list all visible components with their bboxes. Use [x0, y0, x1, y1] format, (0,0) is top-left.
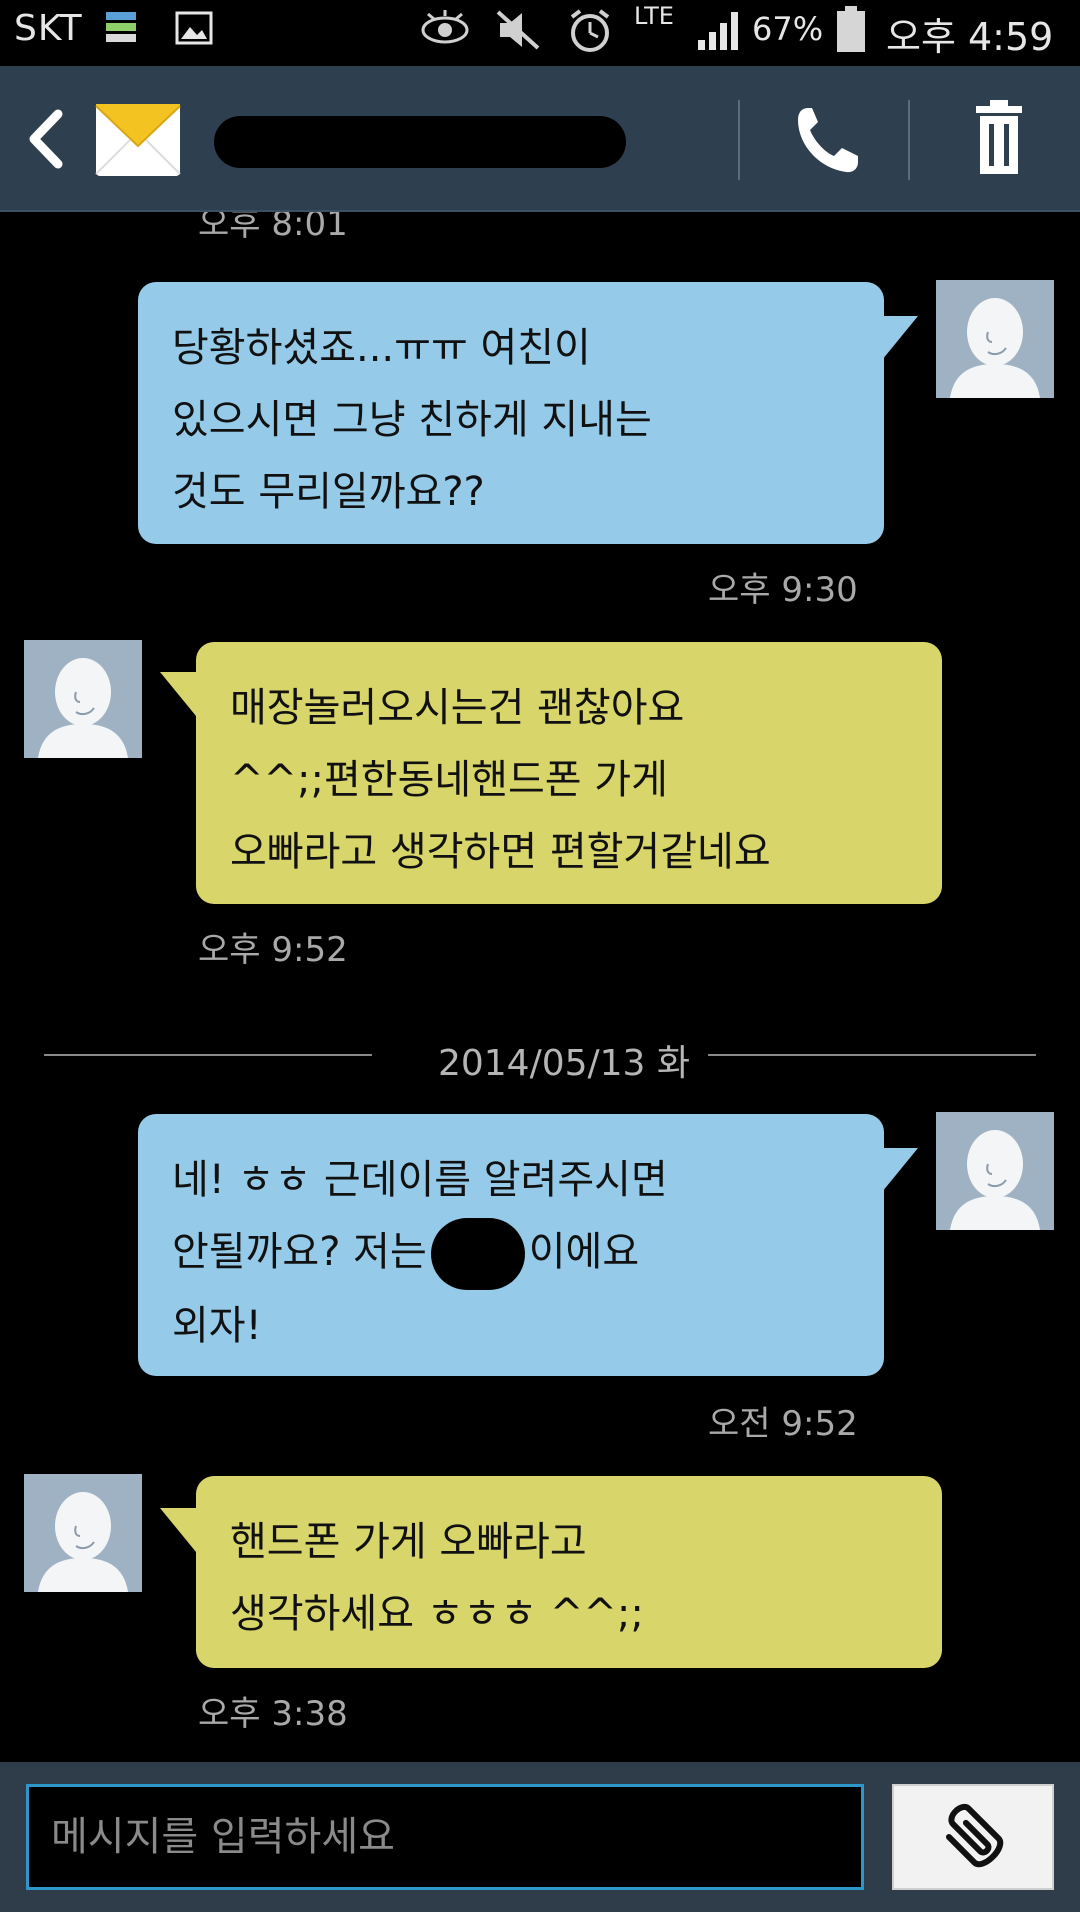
default-avatar-icon — [24, 640, 142, 758]
received-message-bubble[interactable]: 매장놀러오시는건 괜찮아요 ^^;;편한동네핸드폰 가게 오빠라고 생각하면 편… — [196, 642, 942, 904]
phone-icon — [798, 108, 858, 173]
message-timestamp: 오후 9:30 — [708, 570, 858, 610]
message-timestamp: 오후 3:38 — [198, 1694, 348, 1734]
message-text-line: 매장놀러오시는건 괜찮아요 — [230, 685, 685, 731]
avatar[interactable] — [936, 1112, 1054, 1230]
compose-bar — [0, 1762, 1080, 1912]
header-divider — [908, 100, 910, 180]
battery-icon — [834, 4, 868, 58]
redacted-name — [430, 1218, 525, 1290]
received-message-bubble[interactable]: 핸드폰 가게 오빠라고 생각하세요 ㅎㅎㅎ ^^;; — [196, 1476, 942, 1668]
delete-button[interactable] — [944, 96, 1054, 182]
message-text-segment: 이에요 — [528, 1229, 640, 1275]
battery-percent: 67% — [752, 10, 824, 48]
date-separator: 2014/05/13 화 — [44, 1034, 1036, 1084]
default-avatar-icon — [936, 280, 1054, 398]
contact-name-redacted — [214, 116, 626, 168]
message-input[interactable] — [26, 1784, 864, 1890]
separator-line — [44, 1054, 372, 1056]
message-text-line: 핸드폰 가게 오빠라고 — [230, 1519, 587, 1565]
message-text-line: 네! ㅎㅎ 근데이름 알려주시면 — [172, 1157, 668, 1203]
back-button[interactable] — [18, 104, 78, 174]
carrier-label: SKT — [14, 8, 83, 49]
mute-icon — [494, 8, 542, 56]
bubble-tail — [882, 1148, 918, 1192]
default-avatar-icon — [936, 1112, 1054, 1230]
message-text-line: 것도 무리일까요?? — [172, 469, 485, 515]
status-clock: 오후 4:59 — [886, 15, 1054, 59]
separator-line — [708, 1054, 1036, 1056]
signal-icon — [696, 8, 746, 56]
eye-icon — [420, 8, 470, 52]
call-button[interactable] — [768, 96, 878, 182]
envelope-icon — [92, 94, 184, 190]
message-text-line: 외자! — [172, 1303, 262, 1349]
message-text-line: 있으시면 그냥 친하게 지내는 — [172, 397, 652, 443]
bubble-tail — [160, 1508, 196, 1552]
sent-message-bubble[interactable]: 당황하셨죠...ㅠㅠ 여친이 있으시면 그냥 친하게 지내는 것도 무리일까요?… — [138, 282, 884, 544]
message-list[interactable]: 오후 8:01 당황하셨죠...ㅠㅠ 여친이 있으시면 그냥 친하게 지내는 것… — [0, 212, 1080, 1762]
attach-button[interactable] — [892, 1784, 1054, 1890]
message-text-segment: 안될까요? 저는 — [172, 1229, 427, 1275]
message-timestamp: 오후 8:01 — [198, 212, 348, 244]
trash-icon — [976, 100, 1022, 174]
sent-message-bubble[interactable]: 네! ㅎㅎ 근데이름 알려주시면 안될까요? 저는 이에요 외자! — [138, 1114, 884, 1376]
image-icon — [174, 8, 214, 52]
message-text-line-with-redaction: 안될까요? 저는 이에요 — [172, 1216, 854, 1290]
message-text-line: 당황하셨죠...ㅠㅠ 여친이 — [172, 325, 591, 371]
message-text-line: 오빠라고 생각하면 편할거같네요 — [230, 829, 771, 875]
lte-label: LTE — [634, 2, 674, 30]
avatar[interactable] — [24, 1474, 142, 1592]
default-avatar-icon — [24, 1474, 142, 1592]
avatar[interactable] — [936, 280, 1054, 398]
message-conversation-screen: SKT LTE 67% 오후 4:59 오후 8:01 당황하셨죠...ㅠㅠ 여… — [0, 0, 1080, 1912]
header-divider — [738, 100, 740, 180]
paperclip-icon — [945, 1804, 1004, 1868]
message-text-line: ^^;;편한동네핸드폰 가게 — [230, 757, 668, 803]
avatar[interactable] — [24, 640, 142, 758]
bubble-tail — [160, 672, 196, 716]
message-timestamp: 오후 9:52 — [198, 930, 348, 970]
message-text-line: 생각하세요 ㅎㅎㅎ ^^;; — [230, 1591, 644, 1637]
status-bar: SKT LTE 67% 오후 4:59 — [0, 0, 1080, 62]
message-timestamp: 오전 9:52 — [708, 1404, 858, 1444]
alarm-icon — [566, 8, 614, 58]
conversation-header — [0, 66, 1080, 212]
chevron-left-icon — [29, 109, 63, 169]
bubble-tail — [882, 316, 918, 360]
date-separator-label: 2014/05/13 화 — [437, 1043, 691, 1084]
storage-icon — [104, 8, 140, 52]
